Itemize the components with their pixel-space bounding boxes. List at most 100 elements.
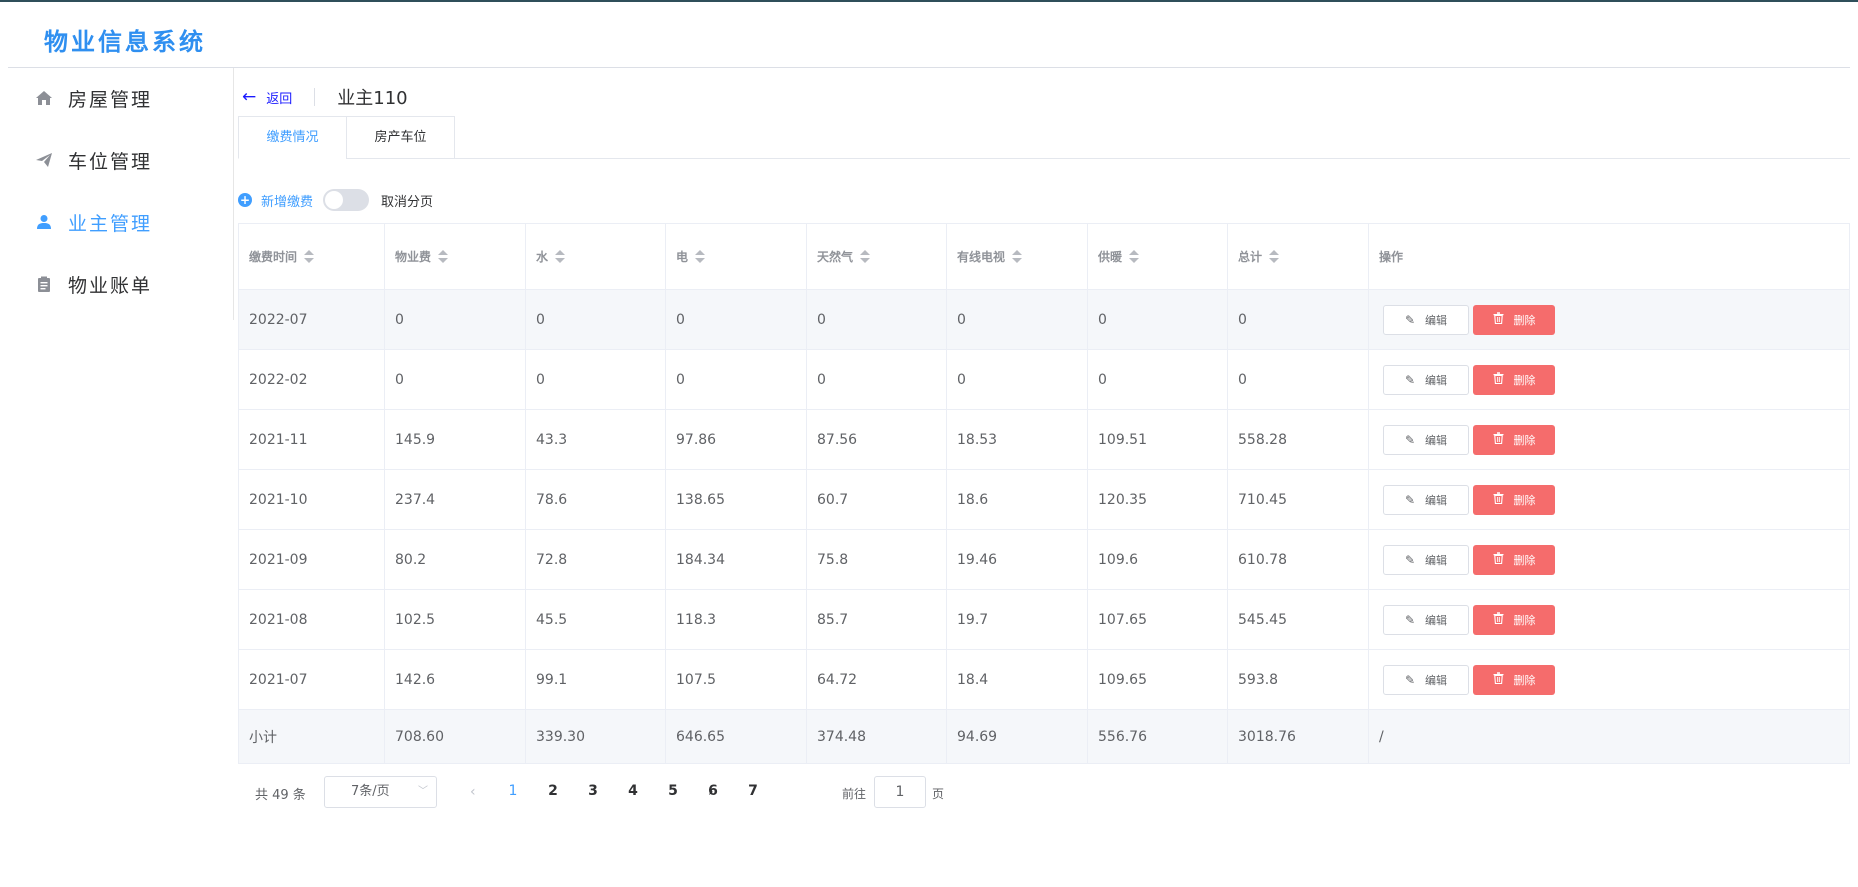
cell-value: 2021-09 — [249, 551, 308, 568]
edit-button[interactable]: ✎ 编辑 — [1383, 484, 1469, 515]
cell-value: 43.3 — [536, 431, 568, 448]
sort-caret-icon[interactable] — [860, 250, 871, 263]
header-cell-actions: 操作 — [1369, 224, 1851, 289]
summary-property-fee: 708.60 — [385, 710, 526, 763]
cell-value: 710.45 — [1238, 491, 1287, 508]
sidebar-item-owners[interactable]: 业主管理 — [8, 194, 234, 250]
header-cell-cable-tv[interactable]: 有线电视 — [947, 224, 1088, 289]
actions-cell: ✎ 编辑 删除 — [1369, 410, 1851, 469]
edit-label: 编辑 — [1425, 373, 1448, 387]
delete-button[interactable]: 删除 — [1473, 364, 1555, 395]
prev-page-button[interactable]: ‹ — [470, 784, 476, 800]
delete-label: 删除 — [1513, 313, 1536, 327]
cable-tv-cell: 0 — [947, 350, 1088, 409]
trash-icon — [1493, 612, 1504, 627]
header-cell-property-fee[interactable]: 物业费 — [385, 224, 526, 289]
edit-button[interactable]: ✎ 编辑 — [1383, 664, 1469, 695]
pagination-toggle[interactable] — [323, 189, 370, 211]
sort-caret-icon[interactable] — [695, 250, 706, 263]
header-cell-date[interactable]: 缴费时间 — [239, 224, 385, 289]
cable-tv-cell: 18.4 — [947, 650, 1088, 709]
add-payment-label: 新增缴费 — [261, 194, 314, 210]
tab-payments[interactable]: 缴费情况 — [238, 116, 347, 159]
delete-button[interactable]: 删除 — [1473, 544, 1555, 575]
back-button[interactable]: ← 返回 — [238, 87, 292, 107]
cell-value: 19.7 — [957, 611, 989, 628]
edit-label: 编辑 — [1425, 673, 1448, 687]
delete-label: 删除 — [1513, 553, 1536, 567]
cell-value: 75.8 — [817, 551, 849, 568]
cable-tv-cell: 18.6 — [947, 470, 1088, 529]
cell-value: 97.86 — [676, 431, 717, 448]
sidebar-item-bills[interactable]: 物业账单 — [8, 256, 234, 312]
sort-caret-icon[interactable] — [304, 250, 315, 263]
delete-button[interactable]: 删除 — [1473, 304, 1555, 335]
edit-icon: ✎ — [1404, 612, 1416, 627]
trash-icon — [1493, 492, 1504, 507]
sort-caret-icon[interactable] — [1012, 250, 1023, 263]
property-fee-cell: 0 — [385, 350, 526, 409]
water-cell: 0 — [526, 350, 666, 409]
header-cell-total[interactable]: 总计 — [1228, 224, 1369, 289]
summary-value: 708.60 — [395, 728, 444, 745]
plus-circle-icon: + — [238, 193, 252, 207]
toolbar: + 新增缴费 取消分页 — [238, 188, 433, 212]
water-cell: 43.3 — [526, 410, 666, 469]
page-number-2[interactable]: 2 — [538, 783, 568, 799]
delete-button[interactable]: 删除 — [1473, 664, 1555, 695]
water-cell: 72.8 — [526, 530, 666, 589]
sort-caret-icon[interactable] — [555, 250, 566, 263]
heating-cell: 109.6 — [1088, 530, 1228, 589]
page-number-1[interactable]: 1 — [498, 783, 528, 799]
edit-icon: ✎ — [1404, 312, 1416, 327]
page-title: 业主110 — [337, 88, 408, 109]
sort-caret-icon[interactable] — [438, 250, 449, 263]
sidebar-item-houses[interactable]: 房屋管理 — [8, 70, 234, 126]
edit-button[interactable]: ✎ 编辑 — [1383, 364, 1469, 395]
header-cell-electricity[interactable]: 电 — [666, 224, 807, 289]
add-payment-button[interactable]: + 新增缴费 — [238, 191, 313, 210]
gas-cell: 85.7 — [807, 590, 947, 649]
next-page-button[interactable]: › — [708, 784, 714, 800]
water-cell: 45.5 — [526, 590, 666, 649]
edit-button[interactable]: ✎ 编辑 — [1383, 424, 1469, 455]
header-cell-gas[interactable]: 天然气 — [807, 224, 947, 289]
cell-value: 545.45 — [1238, 611, 1287, 628]
sidebar-item-parking[interactable]: 车位管理 — [8, 132, 234, 188]
property-fee-cell: 237.4 — [385, 470, 526, 529]
edit-button[interactable]: ✎ 编辑 — [1383, 304, 1469, 335]
paper-plane-icon — [34, 150, 54, 170]
delete-button[interactable]: 删除 — [1473, 484, 1555, 515]
cell-value: 610.78 — [1238, 551, 1287, 568]
page-number-7[interactable]: 7 — [738, 783, 768, 799]
header-cell-water[interactable]: 水 — [526, 224, 666, 289]
edit-button[interactable]: ✎ 编辑 — [1383, 604, 1469, 635]
cell-value: 2021-08 — [249, 611, 308, 628]
header-cell-heating[interactable]: 供暖 — [1088, 224, 1228, 289]
cell-value: 120.35 — [1098, 491, 1147, 508]
goto-page-input[interactable] — [874, 776, 926, 808]
cell-value: 107.5 — [676, 671, 717, 688]
summary-value: 374.48 — [817, 728, 866, 745]
trash-icon — [1493, 672, 1504, 687]
total-cell: 545.45 — [1228, 590, 1369, 649]
date-cell: 2022-02 — [239, 350, 385, 409]
tab-property-parking[interactable]: 房产车位 — [346, 116, 455, 159]
actions-cell: ✎ 编辑 删除 — [1369, 530, 1851, 589]
sort-caret-icon[interactable] — [1129, 250, 1140, 263]
edit-button[interactable]: ✎ 编辑 — [1383, 544, 1469, 575]
sort-caret-icon[interactable] — [1269, 250, 1280, 263]
table-row: 2021-07 142.6 99.1 107.5 64.72 18.4 109.65 593.… — [239, 650, 1849, 710]
pagination: 共 49 条 7条/页 ﹀ ‹ 1234567 › 前往 页 — [238, 776, 1138, 810]
delete-button[interactable]: 删除 — [1473, 424, 1555, 455]
cable-tv-cell: 18.53 — [947, 410, 1088, 469]
delete-button[interactable]: 删除 — [1473, 604, 1555, 635]
cell-value: 558.28 — [1238, 431, 1287, 448]
clipboard-icon — [34, 274, 54, 294]
page-size-select[interactable]: 7条/页 ﹀ — [324, 776, 437, 808]
page-number-4[interactable]: 4 — [618, 783, 648, 799]
date-cell: 2021-10 — [239, 470, 385, 529]
page-number-5[interactable]: 5 — [658, 783, 688, 799]
page-number-3[interactable]: 3 — [578, 783, 608, 799]
cell-value: 0 — [536, 311, 545, 328]
